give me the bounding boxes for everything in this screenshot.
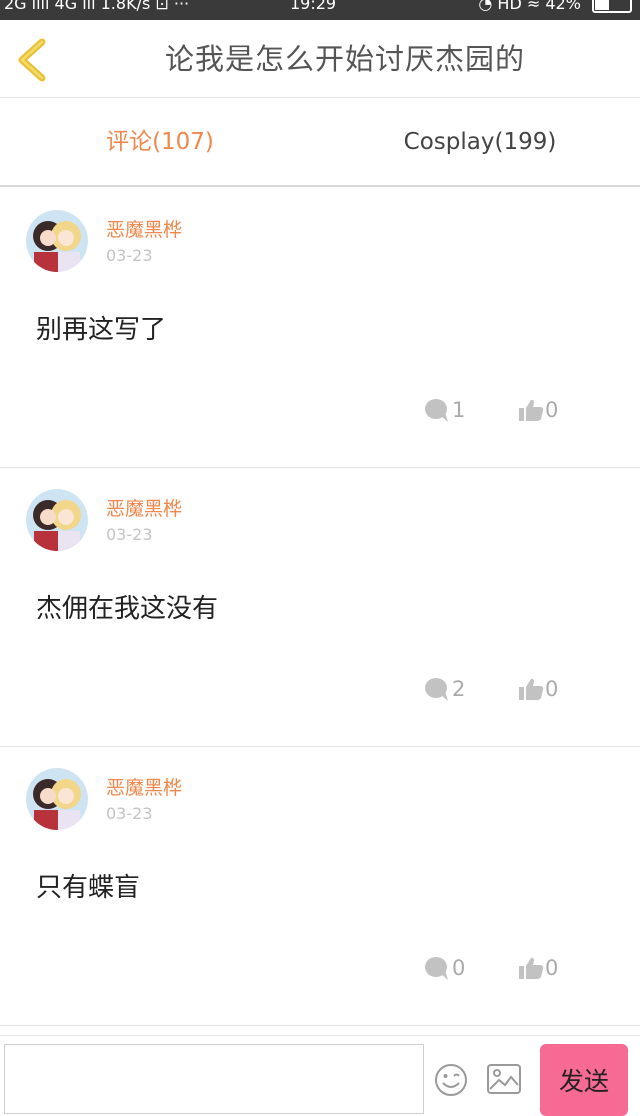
comment-item: 恶魔黑桦 03-23 杰佣在我这没有 2 0	[0, 468, 640, 747]
send-button[interactable]: 发送	[540, 1044, 628, 1116]
emoji-button[interactable]	[433, 1062, 469, 1098]
tab-cosplay[interactable]: Cosplay(199)	[320, 99, 640, 185]
thumbs-up-icon	[519, 678, 544, 700]
image-icon	[487, 1064, 521, 1094]
comment-date: 03-23	[106, 525, 153, 544]
like-count: 0	[545, 677, 559, 701]
avatar[interactable]	[26, 768, 88, 830]
comment-bubble-icon	[425, 678, 448, 701]
status-right: ◔ HD ≈ 42%	[478, 0, 632, 14]
avatar[interactable]	[26, 210, 88, 272]
reply-count: 0	[452, 956, 466, 980]
comment-username[interactable]: 恶魔黑桦	[106, 773, 182, 800]
thumbs-up-icon	[519, 957, 544, 979]
comment-text: 杰佣在我这没有	[36, 594, 219, 624]
chevron-left-icon	[18, 38, 46, 82]
comment-list: 恶魔黑桦 03-23 别再这写了 1 0 恶魔黑桦 03-23 杰佣在我这没有 …	[0, 189, 640, 1026]
comment-username[interactable]: 恶魔黑桦	[106, 215, 182, 242]
like-count: 0	[545, 956, 559, 980]
image-button[interactable]	[486, 1063, 522, 1095]
comment-bubble-icon	[425, 957, 448, 980]
header: 论我是怎么开始讨厌杰园的	[0, 20, 640, 98]
comment-date: 03-23	[106, 246, 153, 265]
status-indicators: ◔ HD ≈ 42%	[478, 0, 581, 13]
comment-date: 03-23	[106, 804, 153, 823]
tab-comments[interactable]: 评论(107)	[0, 99, 320, 185]
comment-text: 别再这写了	[36, 315, 167, 345]
status-time: 19:29	[290, 0, 337, 13]
status-signal-text: 2G ııll 4G ıll 1.8K/s ⊡ ···	[4, 0, 190, 13]
comment-bubble-icon	[425, 399, 448, 422]
thumbs-up-icon	[519, 399, 544, 421]
status-bar: 2G ııll 4G ıll 1.8K/s ⊡ ··· 19:29 ◔ HD ≈…	[0, 0, 640, 20]
comment-input[interactable]	[4, 1044, 424, 1114]
back-button[interactable]	[14, 38, 54, 82]
like-count: 0	[545, 398, 559, 422]
comment-item: 恶魔黑桦 03-23 只有蝶盲 0 0	[0, 747, 640, 1026]
comment-item: 恶魔黑桦 03-23 别再这写了 1 0	[0, 189, 640, 468]
reply-count: 2	[452, 677, 466, 701]
comment-username[interactable]: 恶魔黑桦	[106, 494, 182, 521]
tab-bar: 评论(107) Cosplay(199)	[0, 99, 640, 187]
page-title: 论我是怎么开始讨厌杰园的	[164, 42, 525, 76]
comment-text: 只有蝶盲	[36, 873, 141, 903]
smiley-icon	[435, 1064, 467, 1096]
avatar[interactable]	[26, 489, 88, 551]
battery-icon	[592, 0, 632, 13]
reply-count: 1	[452, 398, 466, 422]
comment-input-bar: 发送	[0, 1035, 640, 1116]
